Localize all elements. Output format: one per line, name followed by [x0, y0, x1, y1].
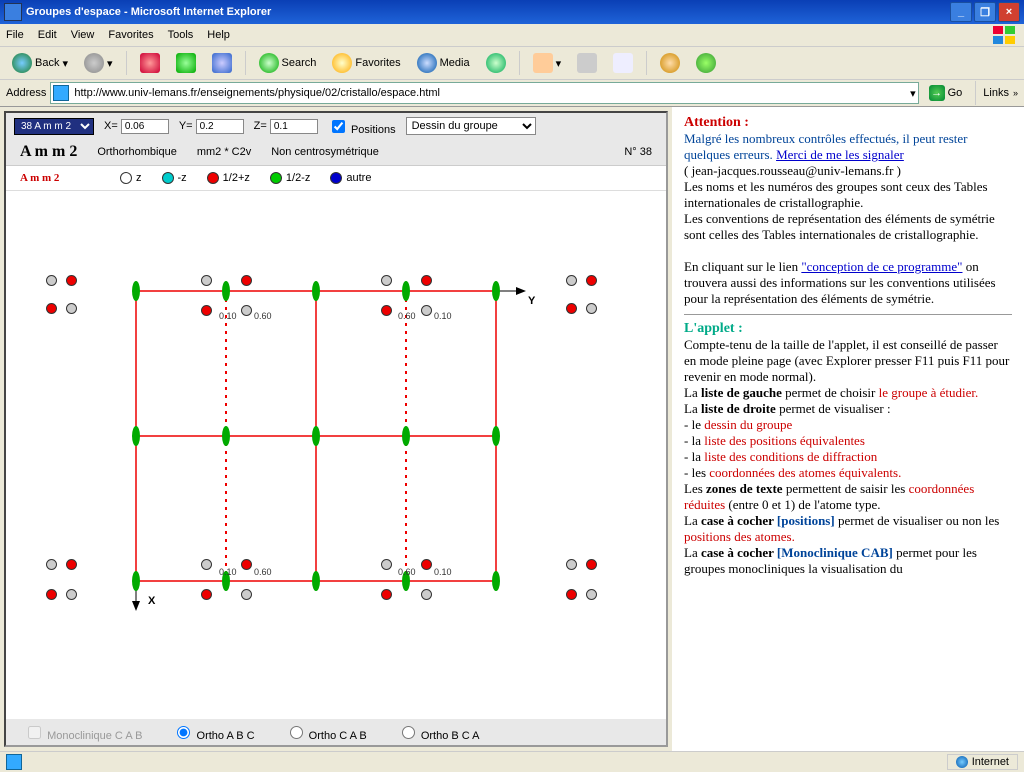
- chevron-down-icon: ▾: [62, 57, 68, 70]
- chevron-right-icon[interactable]: »: [1013, 88, 1018, 98]
- report-link[interactable]: Merci de me les signaler: [776, 147, 904, 162]
- minimize-button[interactable]: _: [950, 2, 972, 22]
- menu-favorites[interactable]: Favorites: [108, 29, 153, 41]
- media-button[interactable]: Media: [411, 50, 476, 76]
- maximize-button[interactable]: ❐: [974, 2, 996, 22]
- control-row: 38 A m m 2 X= Y= Z= Positions Dessin du …: [6, 113, 666, 139]
- info-row: A m m 2 Orthorhombique mm2 * C2v Non cen…: [6, 139, 666, 166]
- menu-help[interactable]: Help: [207, 29, 230, 41]
- discuss-button[interactable]: [654, 50, 686, 76]
- refresh-button[interactable]: [170, 50, 202, 76]
- messenger-button[interactable]: [690, 50, 722, 76]
- group-number: N° 38: [624, 146, 652, 158]
- y-input[interactable]: [196, 119, 244, 134]
- toolbar: Back ▾ ▾ Search Favorites Media ▾: [0, 47, 1024, 80]
- address-label: Address: [6, 87, 46, 99]
- globe-icon: [956, 756, 968, 768]
- window-title: Groupes d'espace - Microsoft Internet Ex…: [26, 6, 948, 18]
- ie-logo: [990, 25, 1018, 45]
- search-button[interactable]: Search: [253, 50, 323, 76]
- crystal-system: Orthorhombique: [97, 146, 177, 158]
- favorites-button[interactable]: Favorites: [326, 50, 406, 76]
- legend-row: A m m 2 z -z 1/2+z 1/2-z autre: [6, 166, 666, 191]
- history-button[interactable]: [480, 50, 512, 76]
- point-group: mm2 * C2v: [197, 146, 251, 158]
- print-button[interactable]: [571, 50, 603, 76]
- home-button[interactable]: [206, 50, 238, 76]
- menu-edit[interactable]: Edit: [38, 29, 57, 41]
- attention-heading: Attention :: [684, 115, 1012, 131]
- page-icon: [53, 85, 69, 101]
- menubar: File Edit View Favorites Tools Help: [0, 24, 1024, 47]
- back-button[interactable]: Back ▾: [6, 50, 74, 76]
- conception-link[interactable]: "conception de ce programme": [801, 259, 962, 274]
- close-button[interactable]: ×: [998, 2, 1020, 22]
- group-select[interactable]: 38 A m m 2: [14, 118, 94, 135]
- address-input-wrap[interactable]: ▾: [50, 82, 918, 104]
- titlebar: Groupes d'espace - Microsoft Internet Ex…: [0, 0, 1024, 24]
- links-label[interactable]: Links: [983, 87, 1009, 99]
- positions-checkbox[interactable]: Positions: [328, 117, 396, 136]
- go-button[interactable]: →Go: [923, 84, 969, 102]
- radio-obca[interactable]: Ortho B C A: [397, 723, 480, 742]
- statusbar: Internet: [0, 751, 1024, 772]
- chevron-down-icon: ▾: [107, 57, 113, 70]
- forward-button[interactable]: ▾: [78, 50, 119, 76]
- draw-select[interactable]: Dessin du groupe: [406, 117, 536, 135]
- centrosym: Non centrosymétrique: [271, 146, 379, 158]
- menu-view[interactable]: View: [71, 29, 95, 41]
- radio-ocab[interactable]: Ortho C A B: [285, 723, 367, 742]
- stop-button[interactable]: [134, 50, 166, 76]
- ie-icon: [4, 3, 22, 21]
- x-axis-label: X: [148, 595, 155, 607]
- applet-heading: L'applet :: [684, 321, 1012, 337]
- chevron-down-icon: ▾: [556, 57, 562, 70]
- applet-panel: 38 A m m 2 X= Y= Z= Positions Dessin du …: [4, 111, 668, 747]
- menu-file[interactable]: File: [6, 29, 24, 41]
- group-name: A m m 2: [20, 143, 77, 161]
- y-axis-label: Y: [528, 295, 535, 307]
- mail-button[interactable]: ▾: [527, 50, 568, 76]
- menu-tools[interactable]: Tools: [168, 29, 194, 41]
- radio-row: Monoclinique C A B Ortho A B C Ortho C A…: [6, 719, 666, 745]
- canvas: X Y 0.10 0.60 0.60 0.10: [6, 191, 666, 719]
- radio-mono: Monoclinique C A B: [24, 723, 142, 742]
- z-input[interactable]: [270, 119, 318, 134]
- x-input[interactable]: [121, 119, 169, 134]
- side-text: Attention : Malgré les nombreux contrôle…: [672, 107, 1024, 751]
- radio-oabc[interactable]: Ortho A B C: [172, 723, 254, 742]
- chevron-down-icon[interactable]: ▾: [910, 87, 916, 100]
- address-bar: Address ▾ →Go Links »: [0, 80, 1024, 107]
- edit-button[interactable]: [607, 50, 639, 76]
- address-input[interactable]: [72, 86, 910, 100]
